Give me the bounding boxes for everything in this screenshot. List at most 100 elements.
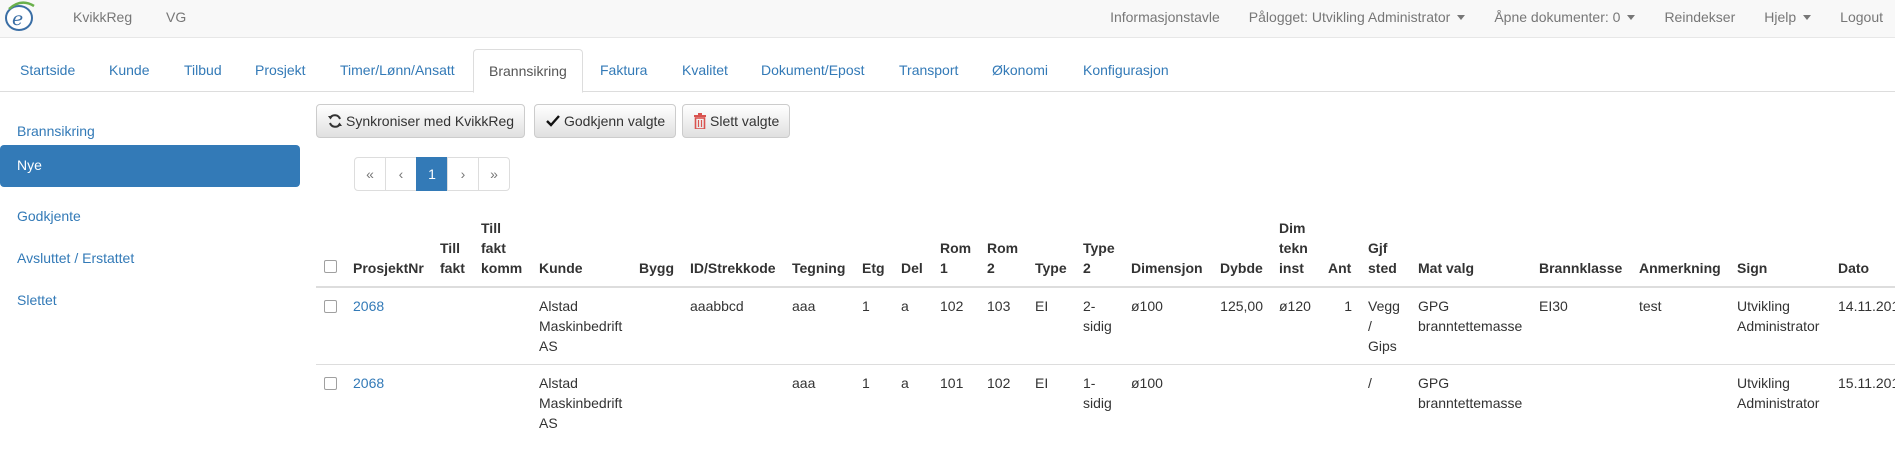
trash-icon — [694, 113, 706, 129]
col-till-fakt-komm[interactable]: Till fakt komm — [473, 210, 531, 288]
pagination: « ‹ 1 › » — [354, 157, 510, 191]
info-board-link[interactable]: Informasjonstavle — [1110, 9, 1220, 25]
cell-till-fakt — [432, 364, 473, 442]
logged-in-dropdown[interactable]: Pålogget: Utvikling Administrator — [1249, 9, 1466, 25]
col-prosjektnr[interactable]: ProsjektNr — [345, 210, 432, 288]
sidebar-item-godkjente[interactable]: Godkjente — [0, 196, 300, 238]
col-tegning[interactable]: Tegning — [784, 210, 854, 288]
col-kunde[interactable]: Kunde — [531, 210, 631, 288]
check-icon — [546, 115, 560, 127]
tab-prosjekt[interactable]: Prosjekt — [240, 49, 321, 92]
col-type[interactable]: Type — [1027, 210, 1075, 288]
cell-anmerkning: test — [1631, 286, 1729, 365]
sidebar-item-avsluttet[interactable]: Avsluttet / Erstattet — [0, 238, 300, 280]
cell-rom2: 102 — [979, 364, 1027, 442]
cell-dato: 15.11.2017 — [1830, 364, 1895, 442]
page-prev-button[interactable]: ‹ — [385, 157, 417, 191]
tab-kvalitet[interactable]: Kvalitet — [667, 49, 743, 92]
page-next-button[interactable]: › — [447, 157, 479, 191]
brand-vg-link[interactable]: VG — [166, 9, 186, 25]
page-last-button[interactable]: » — [478, 157, 510, 191]
sync-icon — [328, 114, 342, 128]
col-anmerkning[interactable]: Anmerkning — [1631, 210, 1729, 288]
approve-selected-button[interactable]: Godkjenn valgte — [534, 104, 677, 138]
help-dropdown[interactable]: Hjelp — [1764, 9, 1812, 25]
open-documents-dropdown[interactable]: Åpne dokumenter: 0 — [1494, 9, 1636, 25]
select-all-cell — [316, 210, 345, 288]
e-logo-icon[interactable]: e — [3, 0, 37, 34]
row-checkbox[interactable] — [324, 300, 337, 313]
tab-kunde[interactable]: Kunde — [94, 49, 164, 92]
row-select-cell — [316, 364, 345, 442]
cell-brannklasse — [1531, 364, 1631, 442]
cell-etg: 1 — [854, 286, 893, 365]
cell-dim-tekn-inst: ø120 — [1271, 286, 1320, 365]
caret-down-icon — [1457, 14, 1466, 20]
tab-timer[interactable]: Timer/Lønn/Ansatt — [325, 49, 470, 92]
prosjekt-link[interactable]: 2068 — [353, 375, 384, 391]
cell-anmerkning — [1631, 364, 1729, 442]
table-row: 2068 Alstad Maskinbedrift AS aaabbcd aaa 1… — [316, 286, 1895, 365]
logout-link[interactable]: Logout — [1840, 9, 1883, 25]
cell-dybde: 125,00 — [1212, 286, 1271, 365]
col-etg[interactable]: Etg — [854, 210, 893, 288]
row-checkbox[interactable] — [324, 377, 337, 390]
cell-till-fakt-komm — [473, 286, 531, 365]
cell-rom1: 102 — [932, 286, 979, 365]
col-bygg[interactable]: Bygg — [631, 210, 682, 288]
cell-mat-valg: GPG branntettemasse — [1410, 364, 1531, 442]
cell-del: a — [893, 364, 932, 442]
tab-transport[interactable]: Transport — [884, 49, 973, 92]
page-current-button[interactable]: 1 — [416, 157, 448, 191]
sidebar-item-slettet[interactable]: Slettet — [0, 280, 300, 322]
col-type2[interactable]: Type 2 — [1075, 210, 1123, 288]
col-mat-valg[interactable]: Mat valg — [1410, 210, 1531, 288]
sidebar-item-nye[interactable]: Nye — [0, 145, 300, 187]
tab-brannsikring[interactable]: Brannsikring — [473, 49, 583, 93]
tab-faktura[interactable]: Faktura — [585, 49, 662, 92]
tab-tilbud[interactable]: Tilbud — [169, 49, 237, 92]
tab-konfigurasjon[interactable]: Konfigurasjon — [1068, 49, 1184, 92]
cell-dato: 14.11.2017 — [1830, 286, 1895, 365]
cell-kunde: Alstad Maskinbedrift AS — [531, 364, 631, 442]
cell-type2: 2- sidig — [1075, 286, 1123, 365]
col-del[interactable]: Del — [893, 210, 932, 288]
col-dimensjon[interactable]: Dimensjon — [1123, 210, 1212, 288]
cell-tegning: aaa — [784, 286, 854, 365]
brand-link[interactable]: KvikkReg — [73, 9, 132, 25]
cell-bygg — [631, 286, 682, 365]
tab-okonomi[interactable]: Økonomi — [977, 49, 1063, 92]
col-dim-tekn-inst[interactable]: Dim tekn inst — [1271, 210, 1320, 288]
cell-gjf-sted: Vegg / Gips — [1360, 286, 1410, 365]
col-ant[interactable]: Ant — [1320, 210, 1360, 288]
page-first-button[interactable]: « — [354, 157, 386, 191]
cell-till-fakt-komm — [473, 364, 531, 442]
col-sign[interactable]: Sign — [1729, 210, 1830, 288]
cell-ant — [1320, 364, 1360, 442]
col-brannklasse[interactable]: Brannklasse — [1531, 210, 1631, 288]
tab-dokument-epost[interactable]: Dokument/Epost — [746, 49, 880, 92]
cell-bygg — [631, 364, 682, 442]
table-row: 2068 Alstad Maskinbedrift AS aaa 1 a 101 1… — [316, 364, 1895, 442]
cell-type: EI — [1027, 286, 1075, 365]
select-all-checkbox[interactable] — [324, 260, 337, 273]
prosjekt-link[interactable]: 2068 — [353, 298, 384, 314]
cell-sign: Utvikling Administrator — [1729, 364, 1830, 442]
row-select-cell — [316, 286, 345, 365]
cell-strekkode — [682, 364, 784, 442]
col-dato[interactable]: Dato — [1830, 210, 1895, 288]
cell-prosjektnr: 2068 — [345, 286, 432, 365]
sync-button[interactable]: Synkroniser med KvikkReg — [316, 104, 526, 138]
tab-startside[interactable]: Startside — [5, 49, 90, 92]
cell-etg: 1 — [854, 364, 893, 442]
col-till-fakt[interactable]: Till fakt — [432, 210, 473, 288]
col-gjf-sted[interactable]: Gjf sted — [1360, 210, 1410, 288]
col-rom2[interactable]: Rom 2 — [979, 210, 1027, 288]
col-dybde[interactable]: Dybde — [1212, 210, 1271, 288]
cell-rom2: 103 — [979, 286, 1027, 365]
cell-ant: 1 — [1320, 286, 1360, 365]
reindex-link[interactable]: Reindekser — [1664, 9, 1735, 25]
col-strekkode[interactable]: ID/Strekkode — [682, 210, 784, 288]
col-rom1[interactable]: Rom 1 — [932, 210, 979, 288]
delete-selected-button[interactable]: Slett valgte — [682, 104, 791, 138]
